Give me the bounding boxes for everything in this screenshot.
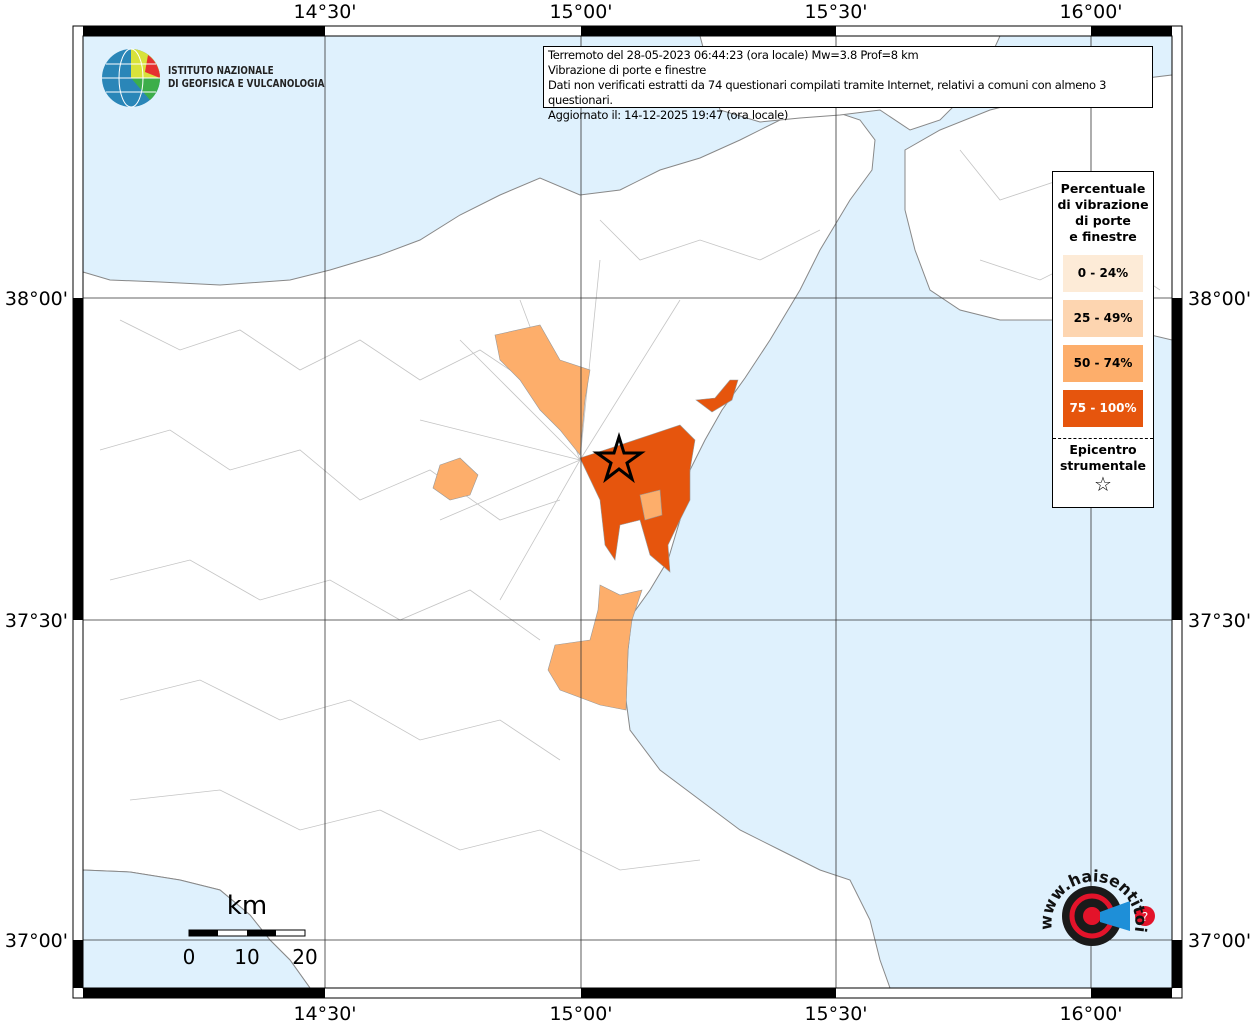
legend: Percentuale di vibrazione di porte e fin…: [1052, 171, 1154, 508]
logo-line: ISTITUTO NAZIONALE: [168, 64, 274, 77]
legend-title-line: di vibrazione: [1057, 197, 1149, 212]
legend-class-50-74: 50 - 74%: [1063, 345, 1143, 382]
scale-tick: 10: [234, 945, 259, 969]
map[interactable]: 14°30' 15°00' 15°30' 16°00' 14°30' 15°00…: [0, 0, 1255, 1024]
legend-class-75-100: 75 - 100%: [1063, 390, 1143, 427]
lat-label-left: 37°00': [5, 930, 68, 952]
lat-label-right: 37°00': [1188, 930, 1251, 952]
lon-label-top: 15°00': [549, 1, 612, 23]
data-note: Dati non verificati estratti da 74 quest…: [548, 78, 1107, 107]
legend-class-0-24: 0 - 24%: [1063, 255, 1143, 292]
lat-label-left: 37°30': [5, 610, 68, 632]
lon-label-top: 15°30': [804, 1, 867, 23]
lon-label-bottom: 15°30': [804, 1003, 867, 1024]
ingv-logo-text: ISTITUTO NAZIONALE DI GEOFISICA E VULCAN…: [168, 64, 324, 90]
lat-label-left: 38°00': [5, 288, 68, 310]
lon-label-top: 14°30': [293, 1, 356, 23]
legend-star-icon: ☆: [1094, 472, 1112, 496]
scale-tick: 20: [292, 945, 317, 969]
legend-class-25-49: 25 - 49%: [1063, 300, 1143, 337]
lon-label-top: 16°00': [1059, 1, 1122, 23]
lon-label-bottom: 14°30': [293, 1003, 356, 1024]
legend-epicenter-line: Epicentro: [1069, 442, 1137, 457]
legend-epicenter: Epicentro strumentale ☆: [1053, 438, 1153, 496]
legend-title-line: di porte: [1075, 213, 1131, 228]
updated-date: Aggiornato il: 14-12-2025 19:47 (ora loc…: [548, 108, 789, 122]
legend-title-line: e finestre: [1069, 229, 1137, 244]
parameter-name: Vibrazione di porte e finestre: [548, 63, 707, 77]
logo-line: DI GEOFISICA E VULCANOLOGIA: [168, 77, 325, 90]
lat-label-right: 37°30': [1188, 610, 1251, 632]
lon-label-bottom: 16°00': [1059, 1003, 1122, 1024]
legend-title: Percentuale di vibrazione di porte e fin…: [1053, 181, 1153, 245]
lon-label-bottom: 15°00': [549, 1003, 612, 1024]
scale-unit: km: [227, 891, 267, 921]
event-info-box: Terremoto del 28-05-2023 06:44:23 (ora l…: [543, 46, 1153, 122]
event-title: Terremoto del 28-05-2023 06:44:23 (ora l…: [548, 48, 919, 62]
lat-label-right: 38°00': [1188, 288, 1251, 310]
legend-title-line: Percentuale: [1060, 181, 1146, 196]
scale-tick: 0: [183, 945, 196, 969]
ingv-globe-icon: [102, 48, 161, 108]
